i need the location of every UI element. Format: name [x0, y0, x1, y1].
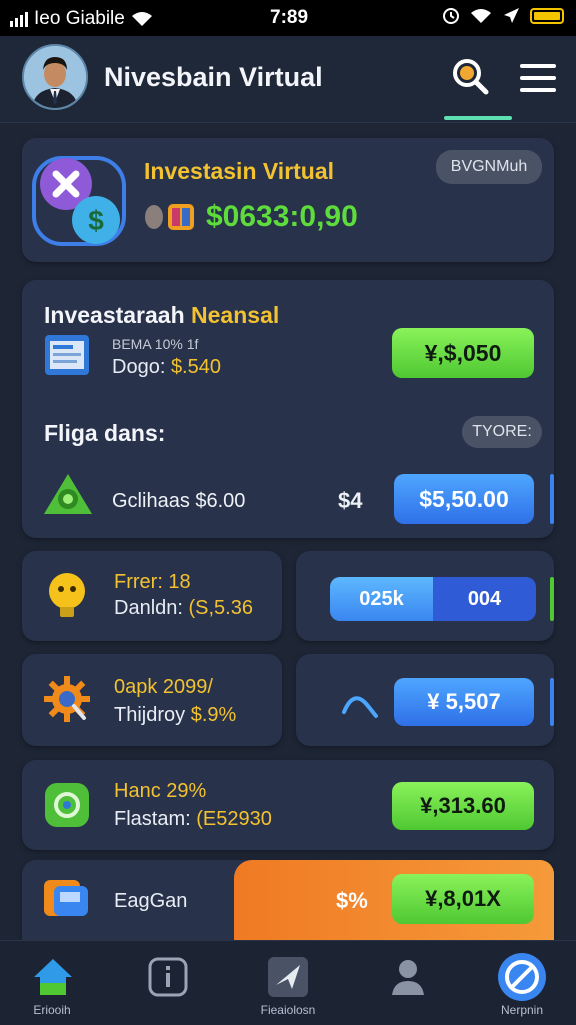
nav-home-label: Eriooih — [33, 1003, 71, 1017]
svg-text:$: $ — [88, 205, 104, 236]
asset-row-label: Gclihaas $6.00 — [112, 490, 246, 512]
investment-logo-icon: $ — [32, 156, 126, 246]
portfolio-title-accent: Neansal — [191, 302, 280, 328]
holding-row-e[interactable]: Hanc 29% Flastam: (E52930 ¥,313.60 — [22, 760, 554, 850]
page-title: Nivesbain Virtual — [104, 62, 323, 92]
nav-home[interactable]: Eriooih — [4, 941, 100, 1025]
avatar[interactable] — [22, 44, 88, 110]
tile-c-line1: 0apk 2099/ — [114, 676, 213, 698]
segmented-toggle[interactable]: 025k 004 — [330, 577, 536, 621]
status-bar: Ieo Giabile 7:89 — [0, 0, 576, 36]
row-e-value: (E52930 — [196, 808, 272, 830]
menu-icon[interactable] — [520, 64, 556, 92]
tile-c-line2: Thijdroy $.9% — [114, 704, 236, 727]
target-icon — [45, 783, 89, 827]
compass-icon — [498, 953, 546, 1001]
coin-icon — [145, 204, 194, 230]
scroll-edge-indicator — [550, 474, 554, 524]
row-e-line2: Flastam: (E52930 — [114, 808, 272, 831]
tile-c[interactable]: 0apk 2099/ Thijdroy $.9% — [22, 654, 282, 746]
folder-icon — [44, 880, 88, 916]
scroll-edge-indicator — [550, 678, 554, 726]
tile-a-line1: Frrer: 18 — [114, 571, 191, 593]
gear-icon — [44, 676, 90, 722]
search-icon[interactable] — [450, 56, 490, 96]
scroll-edge-indicator — [550, 577, 554, 621]
summary-amount: $0633:0,90 — [206, 200, 358, 233]
portfolio-title-main: Inveastaraah — [44, 302, 185, 328]
nav-settings[interactable]: Nerpnin — [474, 941, 570, 1025]
section-tag[interactable]: TYORE: — [462, 416, 542, 448]
tile-b: 025k 004 — [296, 551, 554, 641]
nav-info[interactable] — [120, 941, 216, 1025]
clock: 7:89 — [270, 7, 309, 28]
signal-icon — [10, 11, 28, 27]
summary-card[interactable]: $ Investasin Virtual BVGNMuh $0633:0,90 — [22, 138, 554, 262]
tile-d-value-button[interactable]: ¥ 5,507 — [394, 678, 534, 726]
tile-d: ¥ 5,507 — [296, 654, 554, 746]
tile-a-label: Danldn: — [114, 597, 183, 619]
info-icon — [148, 957, 188, 997]
row-e-value-button[interactable]: ¥,313.60 — [392, 782, 534, 830]
send-icon — [268, 957, 308, 997]
portfolio-value-button[interactable]: ¥,$,050 — [392, 328, 534, 378]
summary-title: Investasin Virtual — [144, 158, 335, 184]
row-f-percent: $% — [336, 888, 368, 913]
document-icon — [45, 335, 89, 375]
nav-settings-label: Nerpnin — [500, 1003, 544, 1017]
toggle-left[interactable]: 025k — [330, 577, 433, 621]
location-icon — [504, 8, 519, 23]
nav-send[interactable]: Fieaiolosn — [240, 941, 336, 1025]
search-tab-indicator — [444, 116, 512, 120]
portfolio-card: Inveastaraah Neansal BEMA 10% 1f Dogo: $… — [22, 280, 554, 538]
summary-badge[interactable]: BVGNMuh — [436, 150, 542, 184]
tile-c-value: $.9% — [190, 704, 237, 726]
alarm-icon — [443, 8, 459, 24]
carrier-label: Ieo Giabile — [34, 8, 125, 29]
wifi-icon — [131, 12, 152, 26]
portfolio-item-price: $.540 — [170, 356, 221, 378]
user-icon — [392, 960, 424, 995]
lightbulb-icon — [49, 573, 85, 617]
hook-icon — [342, 696, 378, 718]
toggle-right[interactable]: 004 — [433, 577, 536, 621]
asset-value-button[interactable]: $5,50.00 — [394, 474, 534, 524]
row-e-line1: Hanc 29% — [114, 780, 207, 802]
portfolio-item-line2: Dogo: $.540 — [112, 356, 221, 379]
tile-a[interactable]: Frrer: 18 Danldn: (S,5.36 — [22, 551, 282, 641]
tile-a-line2: Danldn: (S,5.36 — [114, 597, 253, 620]
row-f-label: EagGan — [114, 890, 188, 912]
holding-row-f[interactable]: EagGan $% ¥,8,01X — [22, 860, 554, 940]
asset-row-amount: $4 — [338, 488, 363, 513]
portfolio-item-line1: BEMA 10% 1f — [112, 336, 199, 352]
bottom-nav: Eriooih Fieaiolosn Nerpnin — [0, 940, 576, 1025]
battery-icon — [530, 8, 564, 24]
asset-icon — [44, 474, 92, 514]
tile-a-value: (S,5.36 — [188, 597, 253, 619]
portfolio-item-label: Dogo: — [112, 356, 166, 378]
row-e-label: Flastam: — [114, 808, 191, 830]
row-f-value-button[interactable]: ¥,8,01X — [392, 874, 534, 924]
wifi-icon — [471, 9, 491, 23]
nav-profile[interactable] — [360, 941, 456, 1025]
section-title: Fliga dans: — [44, 420, 166, 446]
nav-send-label: Fieaiolosn — [260, 1003, 316, 1017]
app-header: Nivesbain Virtual — [0, 36, 576, 123]
home-icon — [34, 959, 72, 995]
portfolio-title: Inveastaraah Neansal — [44, 302, 279, 329]
tile-c-label: Thijdroy — [114, 704, 186, 726]
